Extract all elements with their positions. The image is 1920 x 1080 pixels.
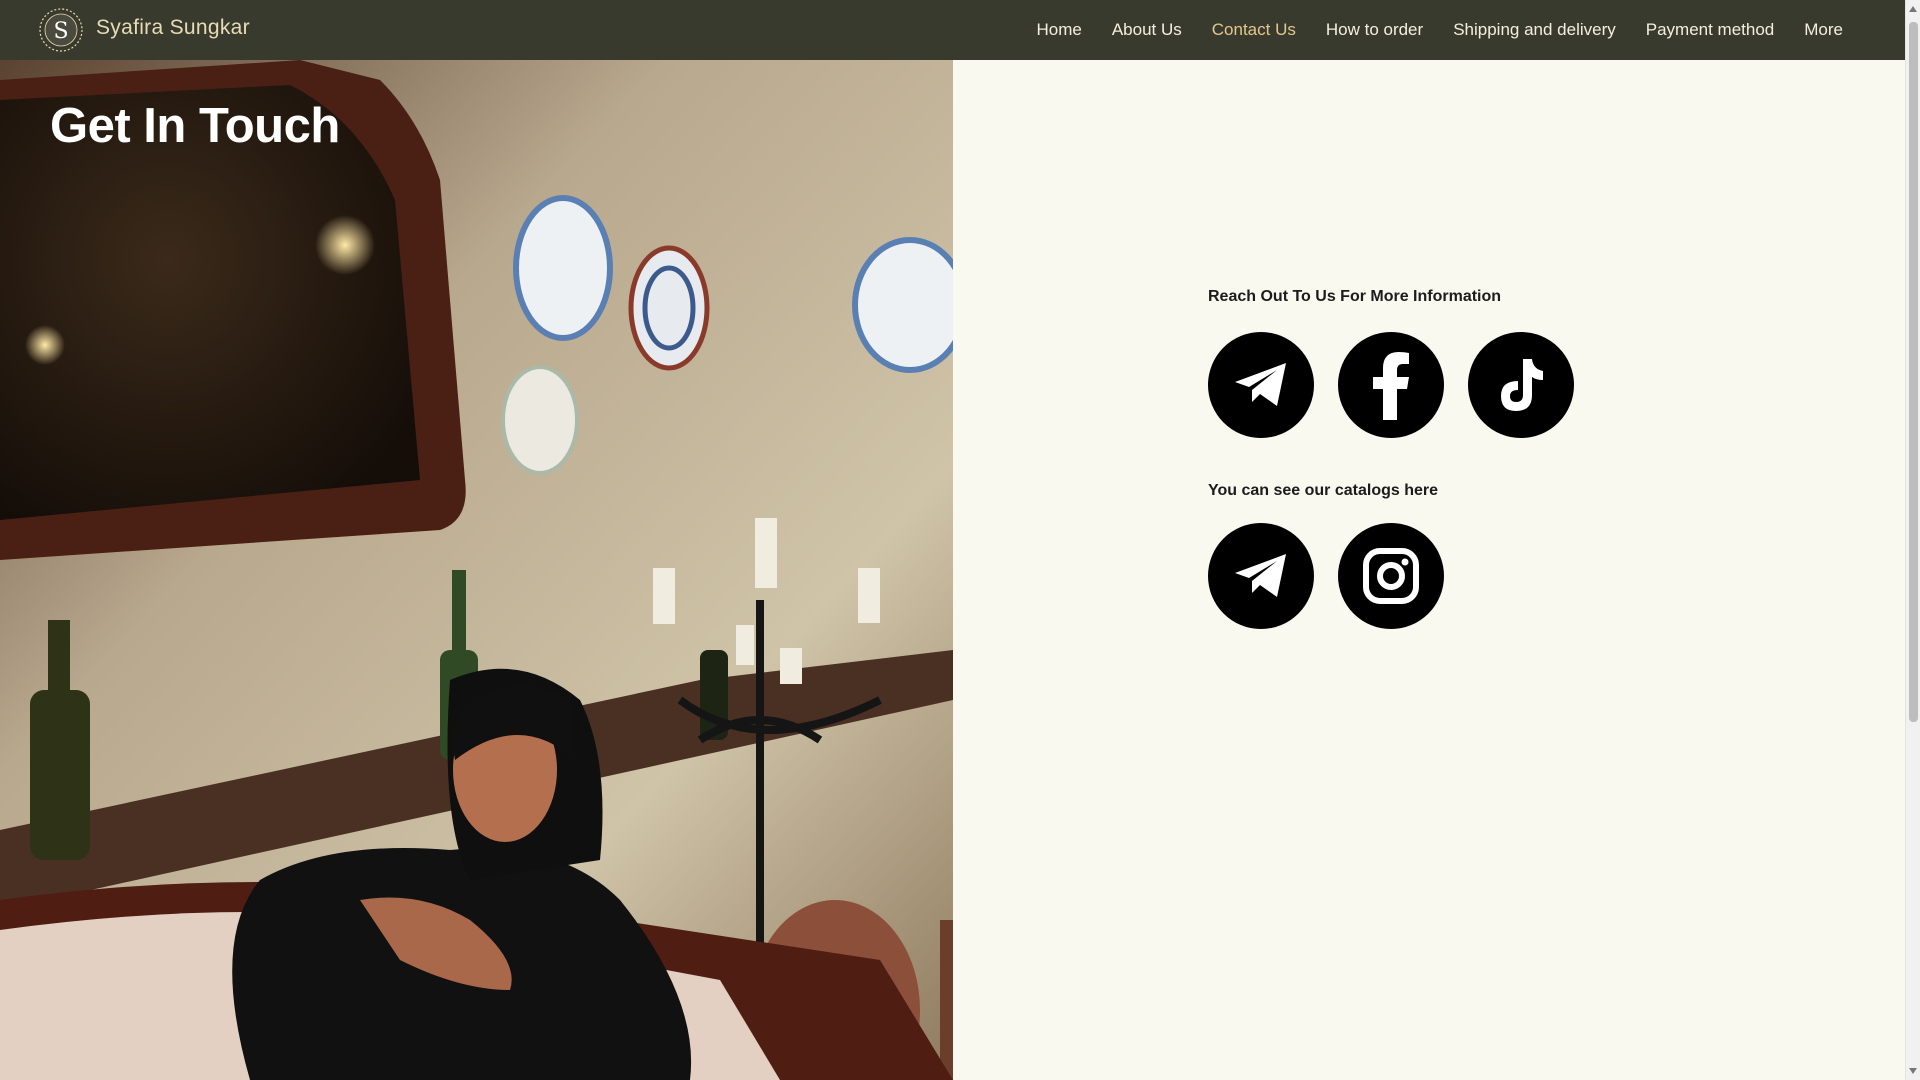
page-scrollbar[interactable] xyxy=(1905,0,1920,1080)
instagram-icon xyxy=(1363,548,1419,604)
instagram-link[interactable] xyxy=(1338,523,1444,629)
nav-payment-method[interactable]: Payment method xyxy=(1646,20,1775,40)
hero-photo: Get In Touch xyxy=(0,60,953,1080)
nav-about-us[interactable]: About Us xyxy=(1112,20,1182,40)
telegram-icon xyxy=(1235,363,1286,406)
tiktok-icon xyxy=(1501,359,1543,411)
site-header: S Syafira Sungkar Home About Us Contact … xyxy=(0,0,1905,60)
nav-contact-us[interactable]: Contact Us xyxy=(1212,20,1296,40)
scroll-up-arrow-icon[interactable] xyxy=(1909,6,1917,12)
reach-out-heading: Reach Out To Us For More Information xyxy=(1208,288,1502,305)
brand-name[interactable]: Syafira Sungkar xyxy=(96,16,250,40)
telegram-catalog-link[interactable] xyxy=(1208,523,1314,629)
brand-logo[interactable]: S xyxy=(38,7,84,53)
scroll-thumb[interactable] xyxy=(1909,22,1918,722)
nav-more[interactable]: More xyxy=(1804,20,1843,40)
nav-shipping-delivery[interactable]: Shipping and delivery xyxy=(1453,20,1616,40)
main-nav: Home About Us Contact Us How to order Sh… xyxy=(1036,0,1843,60)
contact-section: Reach Out To Us For More Information You… xyxy=(953,60,1905,1080)
facebook-link[interactable] xyxy=(1338,332,1444,438)
telegram-icon xyxy=(1235,554,1286,597)
catalog-heading: You can see our catalogs here xyxy=(1208,482,1439,499)
scroll-down-arrow-icon[interactable] xyxy=(1909,1068,1917,1074)
hero-illustration xyxy=(0,60,953,1080)
facebook-icon xyxy=(1373,352,1409,420)
tiktok-link[interactable] xyxy=(1468,332,1574,438)
page-title: Get In Touch xyxy=(50,99,340,153)
nav-how-to-order[interactable]: How to order xyxy=(1326,20,1423,40)
telegram-link[interactable] xyxy=(1208,332,1314,438)
nav-home[interactable]: Home xyxy=(1036,20,1081,40)
svg-text:S: S xyxy=(53,19,68,44)
